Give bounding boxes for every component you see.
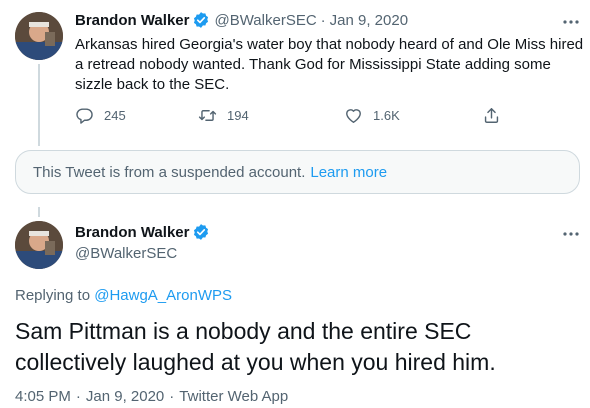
reply-icon [76, 108, 93, 124]
separator: · [169, 388, 175, 405]
notice-text: This Tweet is from a suspended account. [33, 163, 306, 181]
author-handle[interactable]: @BWalkerSEC [75, 245, 177, 262]
main-tweet-text: Sam Pittman is a nobody and the entire S… [15, 318, 496, 375]
reply-button[interactable]: 245 [75, 106, 126, 125]
avatar-image [15, 12, 63, 60]
like-count: 1.6K [373, 108, 400, 123]
learn-more-link[interactable]: Learn more [310, 164, 387, 181]
retweet-button[interactable]: 194 [198, 106, 249, 125]
thread-connector [38, 207, 40, 217]
like-icon [346, 109, 361, 123]
like-button[interactable]: 1.6K [344, 106, 400, 125]
reply-count: 245 [104, 108, 126, 123]
tweet-date[interactable]: Jan 9, 2020 [330, 12, 408, 29]
replying-prefix: Replying to [15, 287, 91, 304]
separator: · [75, 388, 81, 405]
tweet-text: Arkansas hired Georgia's water boy that … [75, 36, 584, 93]
more-icon[interactable] [561, 224, 581, 244]
avatar[interactable] [15, 221, 63, 269]
author-handle[interactable]: @BWalkerSEC [214, 12, 316, 29]
avatar-image [15, 221, 63, 269]
verified-badge-icon [194, 224, 209, 240]
tweet-date[interactable]: Jan 9, 2020 [86, 388, 164, 405]
tweet-time[interactable]: 4:05 PM [15, 388, 71, 405]
more-icon[interactable] [561, 12, 581, 32]
author-name[interactable]: Brandon Walker [75, 12, 189, 29]
suspended-notice: This Tweet is from a suspended account. … [15, 150, 580, 194]
thread-line [38, 64, 40, 146]
replying-to: Replying to @HawgA_AronWPS [15, 287, 232, 304]
tweet-header: Brandon Walker @BWalkerSEC · Jan 9, 2020 [75, 11, 408, 29]
avatar[interactable] [15, 12, 63, 60]
share-button[interactable] [482, 106, 511, 125]
retweet-icon [198, 110, 217, 121]
verified-badge-icon [194, 12, 209, 28]
share-icon [484, 108, 499, 123]
action-bar: 245 194 1.6K [75, 106, 500, 130]
replying-to-handle[interactable]: @HawgA_AronWPS [94, 287, 232, 304]
retweet-count: 194 [227, 108, 249, 123]
separator: · [320, 11, 326, 29]
main-tweet-header: Brandon Walker [75, 223, 214, 241]
author-name[interactable]: Brandon Walker [75, 224, 189, 241]
tweet-meta: 4:05 PM · Jan 9, 2020 · Twitter Web App [15, 388, 288, 405]
tweet-source[interactable]: Twitter Web App [179, 388, 288, 405]
